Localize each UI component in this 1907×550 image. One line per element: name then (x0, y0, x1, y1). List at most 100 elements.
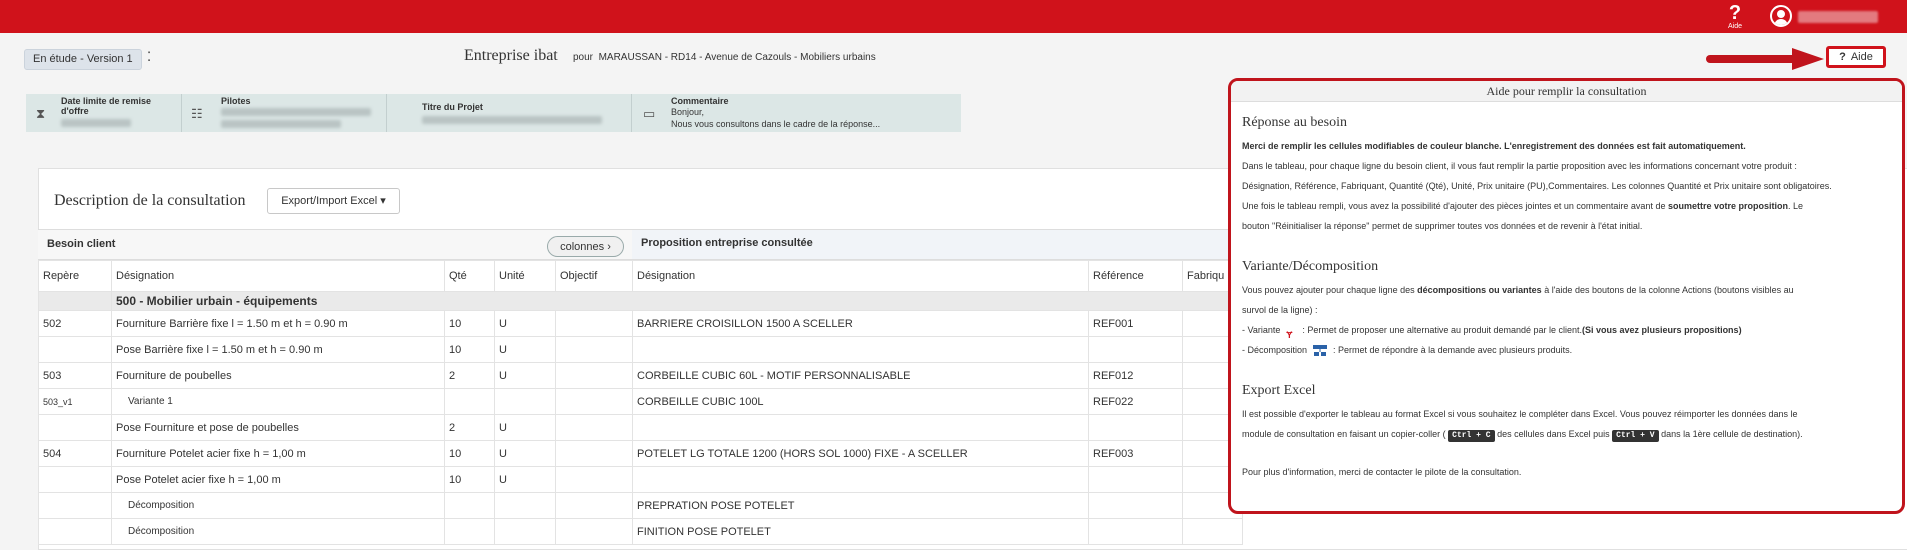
top-bar: ? Aide (0, 0, 1907, 33)
export-import-excel-button[interactable]: Export/Import Excel ▾ (267, 188, 400, 214)
help-menu[interactable]: ? Aide (1721, 3, 1749, 31)
aide-button[interactable]: ? Aide (1826, 46, 1886, 68)
col-header-proposal-designation[interactable]: Désignation (632, 260, 1089, 292)
table-row[interactable]: Décomposition PREPRATION POSE POTELET (38, 492, 1243, 519)
decomposition-icon (1313, 344, 1328, 356)
help-text: Une fois le tableau rempli, vous avez la… (1242, 201, 1666, 211)
col-header-unit[interactable]: Unité (494, 260, 556, 292)
page-subtitle: pour MARAUSSAN - RD14 - Avenue de Cazoul… (573, 52, 876, 63)
question-icon: ? (1728, 2, 1742, 24)
help-autosave-note: Merci de remplir les cellules modifiable… (1242, 141, 1746, 151)
table-row[interactable]: Pose Potelet acier fixe h = 1,00 m 10 U (38, 466, 1243, 493)
cell-proposal-designation[interactable] (632, 336, 1089, 363)
cell-reference[interactable] (1088, 414, 1183, 441)
deadline-cell: ⧗ Date limite de remise d'offre (26, 94, 182, 132)
cell-objective (555, 336, 633, 363)
table-row[interactable]: Décomposition FINITION POSE POTELET (38, 518, 1243, 545)
cell-unit: U (494, 414, 556, 441)
user-avatar-icon[interactable] (1770, 5, 1792, 27)
col-header-qty[interactable]: Qté (444, 260, 495, 292)
help-text: . Le (1787, 201, 1803, 211)
comment-icon: ▭ (643, 106, 656, 121)
cell-qty: 10 (444, 336, 495, 363)
cell-repere (38, 414, 112, 441)
cell-proposal-designation[interactable]: PREPRATION POSE POTELET (632, 492, 1089, 519)
cell-reference[interactable]: REF022 (1088, 388, 1183, 415)
cell-proposal-designation[interactable]: POTELET LG TOTALE 1200 (HORS SOL 1000) F… (632, 440, 1089, 467)
cell-reference[interactable] (1088, 492, 1183, 519)
deadline-label: Date limite de remise d'offre (61, 96, 152, 116)
cell-repere (38, 466, 112, 493)
table-row[interactable]: Pose Fourniture et pose de poubelles 2 U (38, 414, 1243, 441)
cell-objective (555, 466, 633, 493)
cell-reference[interactable]: REF003 (1088, 440, 1183, 467)
columns-toggle-button[interactable]: colonnes › (547, 236, 624, 257)
cell-manufacturer[interactable] (1182, 518, 1243, 545)
col-header-objective[interactable]: Objectif (555, 260, 633, 292)
cell-repere: 504 (38, 440, 112, 467)
table-row[interactable]: 503_v1 Variante 1 CORBEILLE CUBIC 100L R… (38, 388, 1243, 415)
cell-qty (444, 518, 495, 545)
help-text: survol de la ligne) : (1242, 305, 1318, 315)
for-label: pour (573, 52, 594, 63)
cell-reference[interactable]: REF001 (1088, 310, 1183, 337)
cell-reference[interactable] (1088, 466, 1183, 493)
cell-qty: 10 (444, 466, 495, 493)
cell-designation: Fourniture de poubelles (111, 362, 445, 389)
table-row[interactable]: 502 Fourniture Barrière fixe l = 1.50 m … (38, 310, 1243, 337)
cell-designation: Décomposition (111, 518, 445, 545)
company-proposal-group-header: Proposition entreprise consultée (632, 229, 1232, 260)
consultation-table: Repère Désignation Qté Unité Objectif Dé… (38, 260, 1243, 545)
cell-proposal-designation[interactable]: CORBEILLE CUBIC 60L - MOTIF PERSONNALISA… (632, 362, 1089, 389)
table-row[interactable]: Pose Barrière fixe l = 1.50 m et h = 0.9… (38, 336, 1243, 363)
help-text: dans la 1ère cellule de destination). (1661, 429, 1803, 439)
consultation-title: Description de la consultation (54, 192, 246, 209)
cell-reference[interactable] (1088, 518, 1183, 545)
help-text-bold: décompositions ou variantes (1417, 285, 1542, 295)
section-row: 500 - Mobilier urbain - équipements (38, 291, 1243, 311)
cell-proposal-designation[interactable] (632, 414, 1089, 441)
cell-qty: 2 (444, 414, 495, 441)
cell-repere: 503_v1 (38, 388, 112, 415)
cell-objective (555, 310, 633, 337)
cell-reference[interactable]: REF012 (1088, 362, 1183, 389)
cell-reference[interactable] (1088, 336, 1183, 363)
cell-proposal-designation[interactable]: BARRIERE CROISILLON 1500 A SCELLER (632, 310, 1089, 337)
variant-icon: Ɏ (1286, 329, 1293, 340)
cell-objective (555, 492, 633, 519)
user-name-blurred[interactable] (1798, 11, 1878, 23)
table-row[interactable]: 503 Fourniture de poubelles 2 U CORBEILL… (38, 362, 1243, 389)
help-text: bouton "Réinitialiser la réponse" permet… (1242, 221, 1643, 231)
table-row[interactable]: 504 Fourniture Potelet acier fixe h = 1,… (38, 440, 1243, 467)
col-header-repere[interactable]: Repère (38, 260, 112, 292)
aide-button-label: Aide (1850, 51, 1873, 63)
project-title-label: Titre du Projet (422, 102, 483, 112)
cell-repere: 503 (38, 362, 112, 389)
cell-unit: U (494, 440, 556, 467)
cell-repere (38, 518, 112, 545)
help-text: Vous pouvez ajouter pour chaque ligne de… (1242, 285, 1415, 295)
cell-qty (444, 492, 495, 519)
users-icon: ☷ (191, 106, 203, 121)
cell-proposal-designation[interactable]: CORBEILLE CUBIC 100L (632, 388, 1089, 415)
help-text: : Permet de proposer une alternative au … (1302, 325, 1583, 335)
help-section-title-variant: Variante/Décomposition (1242, 259, 1379, 274)
cell-unit: U (494, 336, 556, 363)
project-title-cell: Titre du Projet (386, 94, 632, 132)
pilots-value-blurred (221, 108, 371, 116)
help-text: Il est possible d'exporter le tableau au… (1242, 409, 1798, 419)
cell-proposal-designation[interactable] (632, 466, 1089, 493)
cell-proposal-designation[interactable]: FINITION POSE POTELET (632, 518, 1089, 545)
col-header-reference[interactable]: Référence (1088, 260, 1183, 292)
status-badge: En étude - Version 1 (24, 49, 142, 70)
project-title-blurred (422, 116, 602, 124)
col-header-designation[interactable]: Désignation (111, 260, 445, 292)
cell-objective (555, 414, 633, 441)
kbd-ctrl-c: Ctrl + C (1448, 430, 1495, 442)
help-panel: Aide pour remplir la consultation Répons… (1228, 78, 1905, 514)
comment-line2: Nous vous consultons dans le cadre de la… (671, 119, 881, 129)
kbd-ctrl-v: Ctrl + V (1612, 430, 1659, 442)
client-need-group-header: Besoin client (38, 229, 632, 260)
status-dropdown-icon[interactable]: ⁚ (147, 49, 151, 65)
help-panel-title: Aide pour remplir la consultation (1231, 81, 1902, 102)
